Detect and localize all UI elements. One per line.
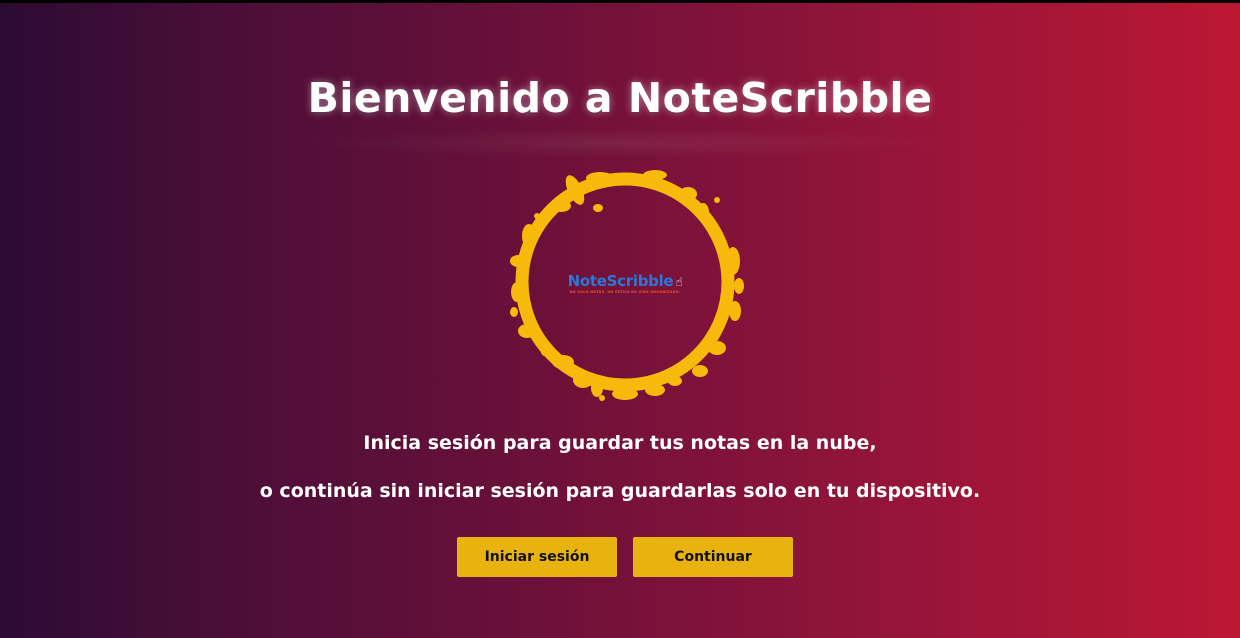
logo-name-text: NoteScribble (567, 272, 674, 290)
app-logo: NoteScribble ☝ NO SOLO NOTAS, UN ESTILO D… (505, 166, 745, 402)
logo-name: NoteScribble ☝ (555, 272, 695, 290)
continue-button[interactable]: Continuar (633, 537, 793, 577)
title-glow (300, 128, 950, 158)
logo-text-block: NoteScribble ☝ NO SOLO NOTAS, UN ESTILO D… (555, 272, 695, 294)
logo-tagline: NO SOLO NOTAS, UN ESTILO DE VIDA ORGANIZ… (569, 290, 681, 294)
info-message-line-2: o continúa sin iniciar sesión para guard… (259, 480, 981, 502)
top-border (0, 0, 1240, 3)
info-message-line-1: Inicia sesión para guardar tus notas en … (363, 432, 877, 454)
page-title: Bienvenido a NoteScribble (307, 74, 933, 122)
hand-pointing-icon: ☝ (675, 275, 683, 289)
login-button[interactable]: Iniciar sesión (457, 537, 617, 577)
